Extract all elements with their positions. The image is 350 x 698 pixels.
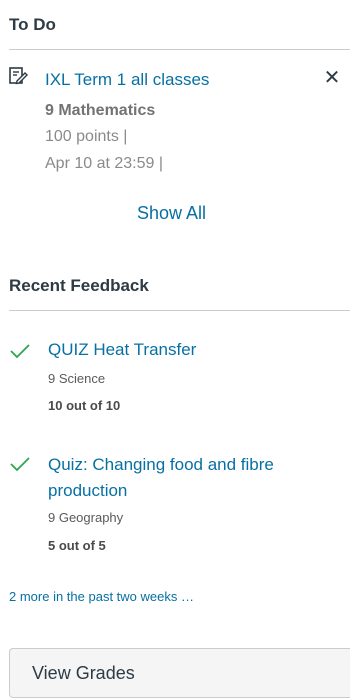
- feedback-title-line: Quiz: Changing food and fibre: [48, 455, 274, 474]
- assignment-edit-icon: [8, 66, 28, 86]
- more-feedback-link[interactable]: 2 more in the past two weeks …: [9, 589, 194, 604]
- checkmark-icon: [10, 344, 30, 359]
- feedback-item-score: 10 out of 10: [48, 398, 121, 413]
- todo-item-points: 100 points |: [45, 128, 128, 145]
- divider: [9, 310, 350, 311]
- todo-item-course: 9 Mathematics: [45, 102, 156, 119]
- todo-item-due-date: Apr 10 at 23:59 |: [45, 155, 164, 172]
- divider: [9, 49, 350, 50]
- show-all-link[interactable]: Show All: [137, 203, 206, 224]
- view-grades-button[interactable]: View Grades: [9, 648, 350, 698]
- feedback-item-course: 9 Science: [48, 371, 106, 386]
- feedback-item-title-link[interactable]: QUIZ Heat Transfer: [48, 337, 338, 363]
- recent-feedback-heading: Recent Feedback: [9, 276, 149, 295]
- view-grades-label: View Grades: [32, 662, 135, 683]
- todo-heading: To Do: [9, 15, 56, 34]
- close-icon[interactable]: ✕: [322, 68, 342, 88]
- feedback-title-line: production: [48, 481, 128, 500]
- feedback-item-course: 9 Geography: [48, 510, 124, 525]
- todo-item-title-link[interactable]: IXL Term 1 all classes: [45, 70, 209, 90]
- checkmark-icon: [10, 457, 30, 472]
- feedback-item-score: 5 out of 5: [48, 538, 106, 553]
- feedback-item-title-link[interactable]: Quiz: Changing food and fibre production: [48, 452, 338, 504]
